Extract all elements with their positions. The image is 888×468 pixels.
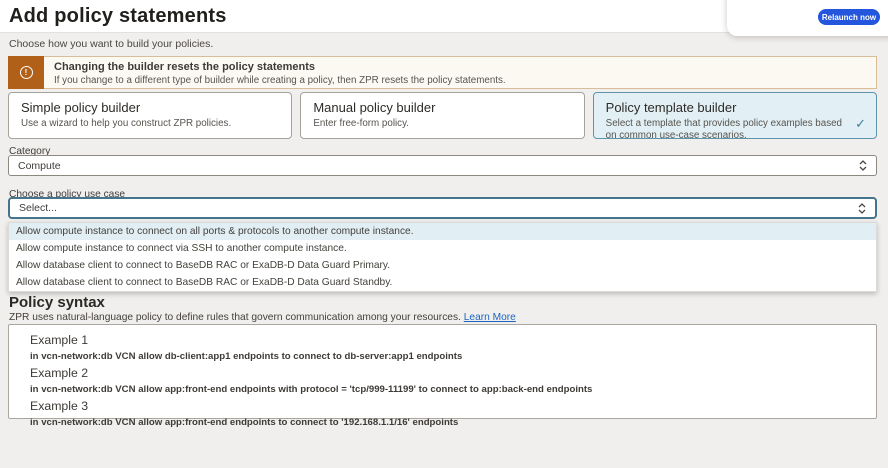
category-select-value: Compute — [18, 160, 859, 172]
select-stepper-icon — [859, 160, 867, 171]
warning-text: If you change to a different type of bui… — [54, 75, 866, 86]
card-title: Manual policy builder — [313, 100, 571, 115]
use-case-select[interactable]: Select... — [8, 197, 877, 219]
use-case-dropdown: Allow compute instance to connect on all… — [8, 222, 877, 292]
builder-cards-row: Simple policy builder Use a wizard to he… — [8, 92, 877, 139]
warning-icon-block: ! — [8, 56, 44, 89]
example-label: Example 3 — [30, 399, 876, 413]
policy-syntax-description: ZPR uses natural-language policy to defi… — [9, 312, 516, 323]
use-case-option-2[interactable]: Allow compute instance to connect via SS… — [9, 240, 876, 257]
example-statement: in vcn-network:db VCN allow db-client:ap… — [30, 351, 876, 362]
policy-syntax-description-text: ZPR uses natural-language policy to defi… — [9, 312, 461, 323]
card-description: Enter free-form policy. — [313, 118, 571, 130]
use-case-option-4[interactable]: Allow database client to connect to Base… — [9, 274, 876, 291]
use-case-select-value: Select... — [19, 202, 858, 214]
exclamation-circle-icon: ! — [20, 66, 33, 79]
use-case-option-3[interactable]: Allow database client to connect to Base… — [9, 257, 876, 274]
card-policy-template-builder[interactable]: Policy template builder Select a templat… — [593, 92, 877, 139]
use-case-option-1[interactable]: Allow compute instance to connect on all… — [9, 223, 876, 240]
warning-title: Changing the builder resets the policy s… — [54, 61, 866, 73]
example-statement: in vcn-network:db VCN allow app:front-en… — [30, 417, 876, 428]
example-statement: in vcn-network:db VCN allow app:front-en… — [30, 384, 876, 395]
warning-banner: ! Changing the builder resets the policy… — [8, 56, 877, 89]
builder-choice-subtitle: Choose how you want to build your polici… — [9, 38, 213, 50]
relaunch-popup: Relaunch now — [727, 0, 888, 36]
example-label: Example 1 — [30, 333, 876, 347]
example-label: Example 2 — [30, 366, 876, 380]
select-stepper-icon — [858, 203, 866, 214]
policy-examples-box: Example 1 in vcn-network:db VCN allow db… — [8, 324, 877, 419]
category-select[interactable]: Compute — [8, 155, 877, 176]
card-manual-policy-builder[interactable]: Manual policy builder Enter free-form po… — [300, 92, 584, 139]
card-title: Policy template builder — [606, 100, 864, 115]
relaunch-now-button[interactable]: Relaunch now — [818, 9, 880, 25]
page-title: Add policy statements — [9, 5, 227, 28]
warning-body: Changing the builder resets the policy s… — [44, 56, 877, 89]
policy-syntax-heading: Policy syntax — [9, 294, 105, 311]
learn-more-link[interactable]: Learn More — [464, 312, 516, 323]
card-description: Select a template that provides policy e… — [606, 118, 864, 142]
card-description: Use a wizard to help you construct ZPR p… — [21, 118, 279, 130]
card-title: Simple policy builder — [21, 100, 279, 115]
card-simple-policy-builder[interactable]: Simple policy builder Use a wizard to he… — [8, 92, 292, 139]
checkmark-icon: ✓ — [855, 116, 866, 132]
